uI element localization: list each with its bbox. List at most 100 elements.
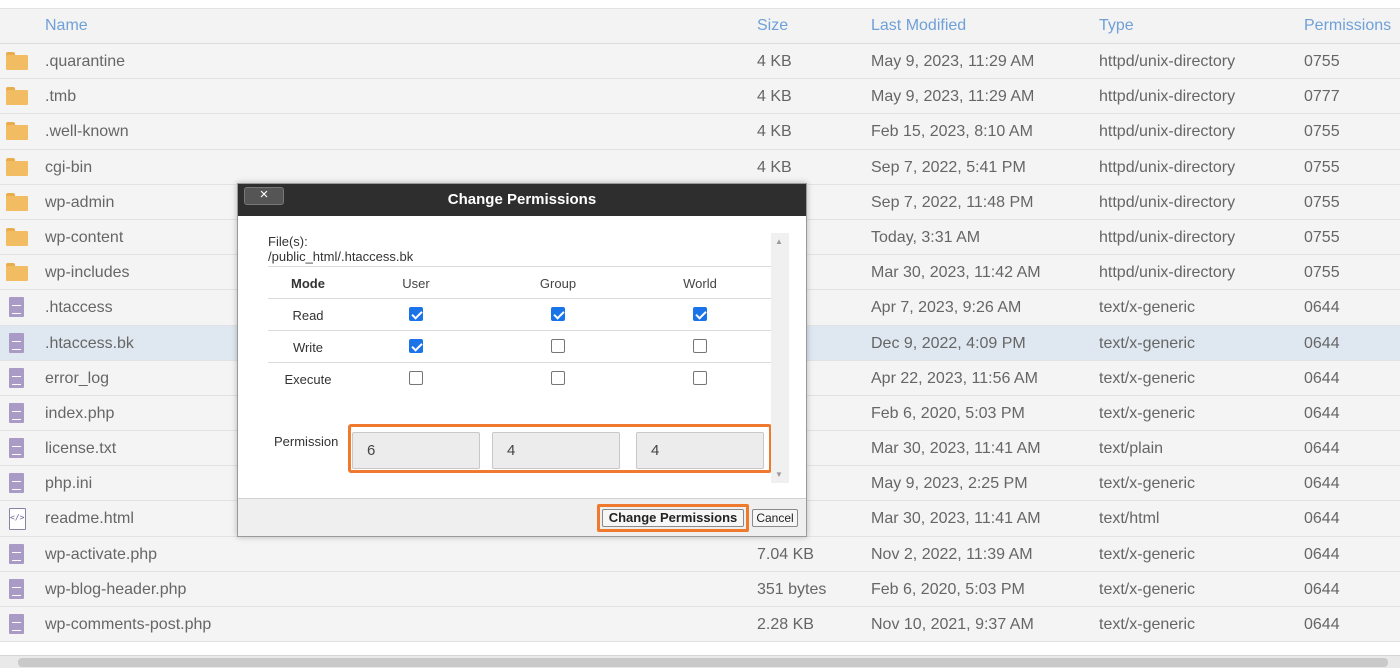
dialog-body: File(s): /public_html/.htaccess.bk Mode … [238,216,806,498]
file-icon [6,332,28,354]
read-group-checkbox[interactable] [551,307,565,321]
mode-header: Mode [291,276,325,291]
file-name: wp-blog-header.php [45,580,187,598]
permission-row-label: Read [292,308,324,323]
dialog-titlebar: × Change Permissions [238,184,806,216]
table-row[interactable]: wp-activate.php 7.04 KB Nov 2, 2022, 11:39… [0,536,1400,572]
column-header-size[interactable]: Size [757,17,788,35]
file-icon [6,473,28,494]
file-last-modified: Today, 3:31 AM [871,228,981,246]
dialog-title: Change Permissions [447,191,597,208]
file-permissions: 0644 [1304,404,1340,422]
execute-user-checkbox[interactable] [409,371,423,385]
group-permission-input[interactable] [492,432,620,469]
file-icon [6,543,28,565]
write-group-checkbox[interactable] [551,339,565,353]
column-header-last-modified[interactable]: Last Modified [871,17,966,35]
file-permissions: 0777 [1304,88,1340,106]
file-name: readme.html [45,510,134,528]
table-row[interactable]: .tmb 4 KB May 9, 2023, 11:29 AM httpd/unix-… [0,79,1400,115]
files-label: File(s): [268,234,308,249]
file-permissions: 0755 [1304,228,1340,246]
scrollbar-thumb[interactable] [18,658,1388,667]
world-permission-input[interactable] [636,432,764,469]
cancel-button[interactable]: Cancel [752,509,798,527]
file-size: 351 bytes [757,580,827,598]
file-type: text/x-generic [1099,299,1196,317]
file-type: text/x-generic [1099,475,1196,493]
write-world-checkbox[interactable] [693,339,707,353]
file-permissions: 0644 [1304,510,1340,528]
file-last-modified: Mar 30, 2023, 11:42 AM [871,264,1041,282]
file-icon [6,614,28,635]
read-user-checkbox[interactable] [409,307,423,321]
file-type: text/x-generic [1099,404,1196,422]
change-permissions-button[interactable]: Change Permissions [602,509,744,527]
permission-rows: Read Write Execute [268,298,771,394]
permission-row-write: Write [268,330,771,362]
file-last-modified: Sep 7, 2022, 5:41 PM [871,158,1026,176]
file-last-modified: May 9, 2023, 11:29 AM [871,53,1035,70]
folder-icon [6,157,28,178]
file-type: text/x-generic [1099,369,1196,387]
file-icon [6,402,28,424]
permission-row-read: Read [268,298,771,330]
table-row[interactable]: .quarantine 4 KB May 9, 2023, 11:29 AM http… [0,44,1400,80]
execute-group-checkbox[interactable] [551,371,565,385]
file-permissions: 0755 [1304,53,1340,70]
file-last-modified: Mar 30, 2023, 11:41 AM [871,510,1041,528]
file-name: .well-known [45,123,129,141]
table-row[interactable]: .well-known 4 KB Feb 15, 2023, 8:10 AM http… [0,114,1400,150]
permission-row-execute: Execute [268,362,771,394]
table-row[interactable]: wp-comments-post.php 2.28 KB Nov 10, 2021,… [0,607,1400,643]
file-type: text/x-generic [1099,580,1196,598]
file-name: wp-comments-post.php [45,616,212,633]
change-permissions-dialog: × Change Permissions File(s): /public_ht… [237,183,807,537]
table-row[interactable]: cgi-bin 4 KB Sep 7, 2022, 5:41 PM httpd/uni… [0,149,1400,185]
read-world-checkbox[interactable] [693,307,707,321]
file-permissions: 0644 [1304,369,1340,387]
file-size: 4 KB [757,53,792,70]
horizontal-scrollbar[interactable] [0,655,1400,668]
execute-world-checkbox[interactable] [693,371,707,385]
file-last-modified: Nov 2, 2022, 11:39 AM [871,545,1033,563]
write-user-checkbox[interactable] [409,339,423,353]
column-header-name[interactable]: Name [45,17,88,35]
file-type: httpd/unix-directory [1099,53,1236,70]
file-type: text/x-generic [1099,334,1196,352]
user-permission-input[interactable] [352,432,480,469]
file-icon [6,367,28,389]
folder-icon [6,263,28,283]
file-last-modified: Sep 7, 2022, 11:48 PM [871,193,1034,211]
table-header: Name Size Last Modified Type Permissions [0,8,1400,44]
file-icon [6,438,28,459]
file-size: 4 KB [757,88,792,106]
scroll-down-icon[interactable]: ▼ [775,470,783,479]
files-path: /public_html/.htaccess.bk [268,249,414,264]
file-name: index.php [45,404,115,422]
file-permissions: 0644 [1304,545,1340,563]
folder-icon [6,87,28,107]
file-name: wp-admin [45,193,115,211]
dialog-footer: Change Permissions Cancel [238,498,806,536]
folder-icon [6,192,28,213]
file-icon [6,578,28,600]
file-type: text/plain [1099,440,1164,458]
file-name: error_log [45,369,110,387]
file-last-modified: Feb 6, 2020, 5:03 PM [871,580,1025,598]
file-last-modified: May 9, 2023, 2:25 PM [871,475,1028,493]
file-type: httpd/unix-directory [1099,123,1236,141]
file-type: text/html [1099,510,1160,528]
scroll-up-icon[interactable]: ▲ [775,237,783,246]
dialog-vertical-scrollbar[interactable]: ▲ ▼ [771,233,789,483]
file-name: php.ini [45,475,93,493]
file-type: httpd/unix-directory [1099,193,1236,211]
group-column-header: Group [539,276,577,291]
world-column-header: World [683,276,717,291]
file-size: 4 KB [757,158,792,176]
table-row[interactable]: wp-blog-header.php 351 bytes Feb 6, 2020, … [0,571,1400,607]
column-header-type[interactable]: Type [1099,17,1134,35]
column-header-permissions[interactable]: Permissions [1304,17,1391,35]
file-last-modified: May 9, 2023, 11:29 AM [871,88,1035,106]
file-permissions: 0644 [1304,580,1340,598]
